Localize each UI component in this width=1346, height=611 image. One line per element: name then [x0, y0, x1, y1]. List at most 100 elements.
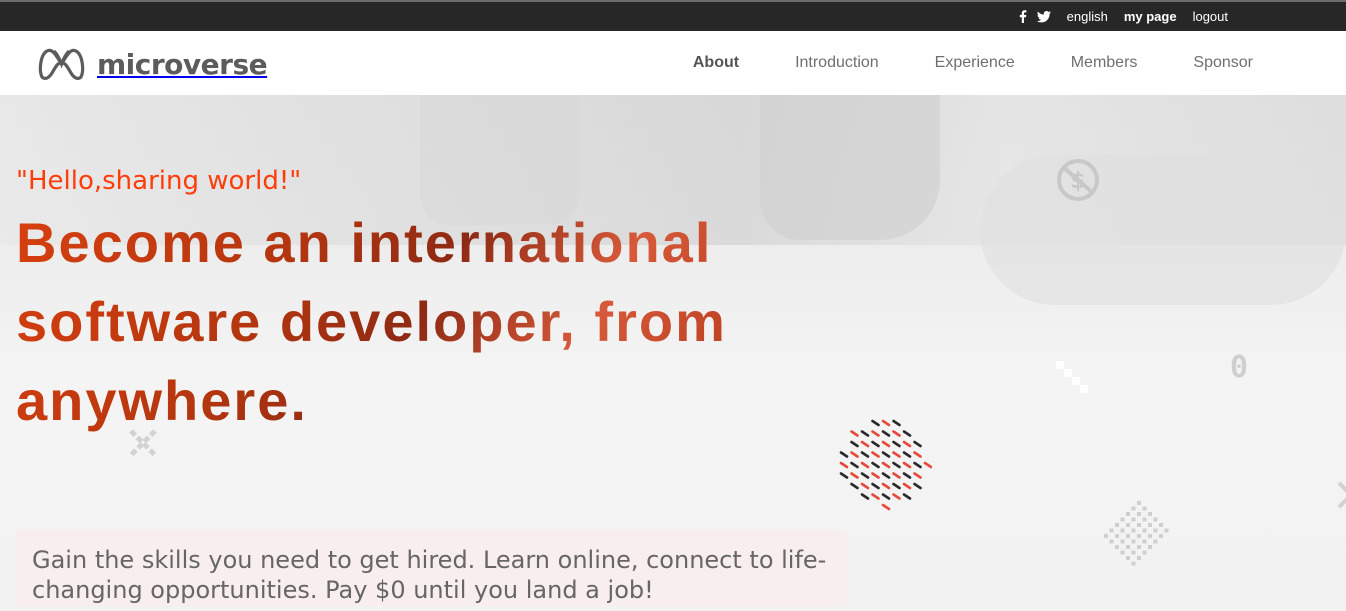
decoration-square — [1153, 528, 1158, 533]
decoration-square — [1120, 550, 1125, 555]
top-utility-bar: english my page logout — [0, 0, 1346, 31]
decoration-square — [1109, 528, 1114, 533]
decoration-dash — [923, 461, 932, 469]
decoration-dash — [913, 472, 922, 479]
decoration-dash — [881, 503, 891, 511]
diamond-pattern-decoration — [1104, 501, 1169, 566]
decoration-square — [1164, 528, 1169, 533]
decoration-square — [1115, 534, 1119, 538]
svg-text:$: $ — [1070, 169, 1085, 194]
decoration-square — [1142, 506, 1147, 511]
decoration-dash — [892, 451, 901, 458]
decoration-square — [1131, 550, 1136, 555]
decoration-square — [1126, 556, 1130, 560]
decoration-square — [1131, 506, 1136, 511]
decoration-dash — [902, 472, 912, 479]
decoration-square — [1137, 534, 1141, 538]
nav-item-experience[interactable]: Experience — [935, 54, 1015, 72]
decoration-dash — [902, 430, 912, 437]
decoration-square — [1126, 523, 1130, 527]
decoration-dash — [871, 493, 880, 500]
decoration-dash — [902, 493, 912, 500]
logo-text: microverse — [97, 47, 268, 81]
utility-links: english my page logout — [1019, 2, 1228, 31]
decoration-dash — [871, 461, 880, 469]
decoration-square — [1104, 534, 1108, 538]
decoration-square — [1142, 528, 1147, 533]
decoration-dash — [850, 461, 859, 469]
microverse-logo-icon — [38, 48, 85, 80]
decoration-dash — [850, 440, 859, 448]
decoration-dash — [881, 461, 891, 469]
decoration-square — [1131, 528, 1136, 533]
logout-link[interactable]: logout — [1193, 9, 1228, 24]
decoration-square — [1142, 539, 1147, 544]
decoration-dash — [850, 451, 859, 458]
main-navbar: microverse About Introduction Experience… — [0, 31, 1346, 95]
decoration-dash — [839, 472, 849, 479]
language-link[interactable]: english — [1067, 9, 1108, 24]
logo-link[interactable]: microverse — [38, 47, 268, 81]
nav-item-sponsor[interactable]: Sponsor — [1193, 54, 1253, 72]
decoration-square — [1126, 545, 1130, 549]
decoration-dash — [892, 419, 901, 427]
decoration-square — [1137, 545, 1141, 549]
decoration-dash — [902, 440, 912, 448]
decoration-dash — [892, 461, 901, 469]
hero-greeting: "Hello,sharing world!" — [16, 166, 302, 196]
hero-subtitle: Gain the skills you need to get hired. L… — [16, 530, 846, 606]
hero-background-shape — [980, 155, 1346, 305]
twitter-icon[interactable] — [1036, 10, 1051, 23]
decoration-square — [1148, 512, 1152, 516]
decoration-square — [1142, 517, 1147, 522]
decoration-dash — [913, 451, 922, 458]
decoration-square — [1131, 539, 1136, 544]
decoration-dash — [881, 430, 891, 437]
decoration-square — [1131, 561, 1136, 566]
decoration-square — [1148, 545, 1152, 549]
hero-headline: Become an international software develop… — [16, 203, 736, 440]
decoration-dash — [860, 440, 870, 448]
decoration-dash — [850, 482, 859, 490]
decoration-dash — [839, 451, 849, 458]
nav-item-about[interactable]: About — [693, 54, 739, 72]
pixel-decoration-icon — [1056, 361, 1088, 393]
decoration-square — [1159, 523, 1163, 527]
decoration-square — [1120, 517, 1125, 522]
decoration-square — [1137, 501, 1141, 505]
decoration-square — [1153, 539, 1158, 544]
hero-background-shape — [760, 95, 940, 240]
decoration-dash — [871, 482, 880, 490]
decoration-dash — [892, 430, 901, 437]
decoration-dash — [871, 440, 880, 448]
decoration-dash — [892, 482, 901, 490]
decoration-square — [1120, 539, 1125, 544]
decoration-dash — [892, 493, 901, 500]
dotted-circle-decoration — [839, 419, 932, 511]
decoration-square — [1137, 512, 1141, 516]
nav-item-members[interactable]: Members — [1071, 54, 1138, 72]
nav-item-introduction[interactable]: Introduction — [795, 54, 879, 72]
decoration-square — [1137, 556, 1141, 560]
decoration-square — [1131, 517, 1136, 522]
decoration-square — [1142, 550, 1147, 555]
decoration-dash — [892, 440, 901, 448]
decoration-dash — [913, 482, 922, 490]
dollar-crossed-icon: $ — [1057, 159, 1099, 201]
decoration-dash — [839, 461, 849, 469]
decoration-dash — [871, 451, 880, 458]
decoration-square — [1120, 528, 1125, 533]
decoration-square — [1159, 534, 1163, 538]
decoration-dash — [881, 451, 891, 458]
decoration-square — [1126, 512, 1130, 516]
decoration-square — [1115, 523, 1119, 527]
decoration-dash — [871, 419, 880, 427]
decoration-dash — [860, 461, 870, 469]
x-mark-decoration-icon — [1337, 481, 1346, 509]
decoration-dash — [913, 440, 922, 448]
decoration-square — [1148, 534, 1152, 538]
my-page-link[interactable]: my page — [1124, 9, 1177, 24]
decoration-dash — [881, 493, 891, 500]
decoration-square — [1153, 517, 1158, 522]
facebook-icon[interactable] — [1019, 10, 1027, 23]
